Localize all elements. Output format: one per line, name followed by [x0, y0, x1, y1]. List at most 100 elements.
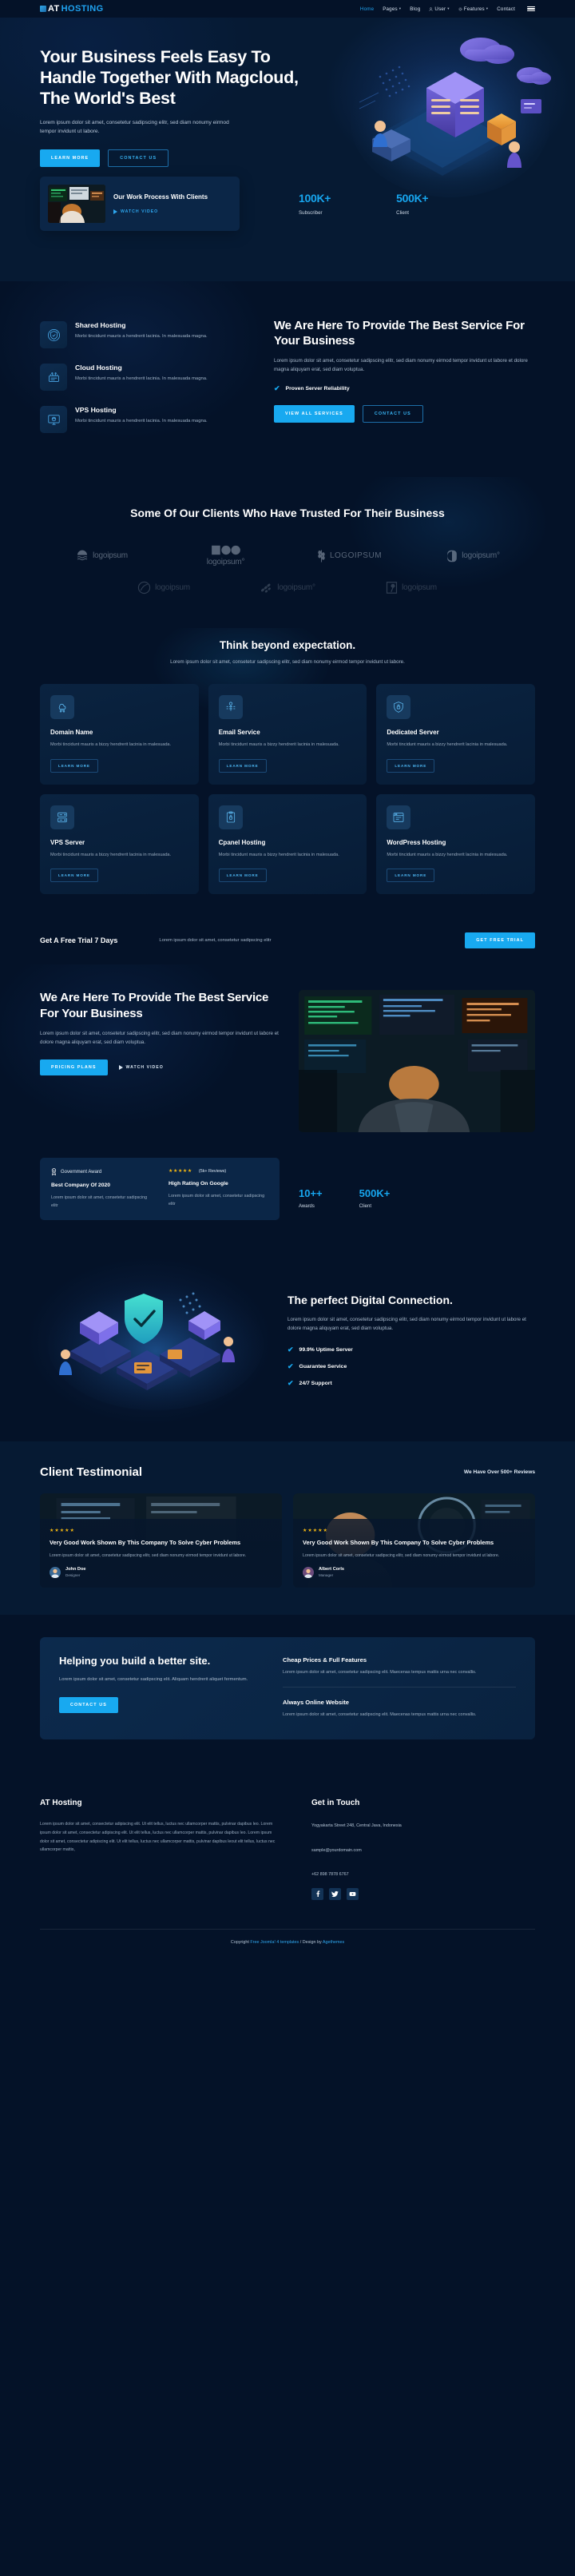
- shapes-mark-icon: [211, 546, 240, 555]
- award-google-rating: ★★★★★ (5k+ Reviews) High Rating On Googl…: [169, 1168, 268, 1209]
- check-icon: ✔: [288, 1345, 294, 1354]
- digital-title: The perfect Digital Connection.: [288, 1293, 453, 1306]
- feature-learn-more-button[interactable]: LEARN MORE: [218, 869, 267, 883]
- feature-learn-more-button[interactable]: LEARN MORE: [50, 869, 98, 883]
- feature-title: Domain Name: [50, 729, 93, 737]
- hero-stats: 100K+ Subscriber 500K+ Client: [299, 192, 429, 216]
- copyright-link-agethemes[interactable]: Agethemes: [323, 1940, 344, 1945]
- learn-more-button[interactable]: LEARN MORE: [40, 149, 101, 167]
- work-process-card[interactable]: Our Work Process With Clients WATCH VIDE…: [40, 176, 240, 231]
- feature-card-dedicated-server[interactable]: Dedicated Server Morbi tincidunt mauris …: [376, 684, 535, 785]
- copyright-mid: / Design by: [299, 1939, 323, 1945]
- feature-learn-more-button[interactable]: LEARN MORE: [218, 758, 267, 773]
- nav-item-pages[interactable]: Pages ▾: [383, 6, 401, 12]
- copyright-link-templates[interactable]: Free Joomla! 4 templates: [250, 1940, 299, 1945]
- footer-brand-column: AT Hosting Lorem ipsum dolor sit amet, c…: [40, 1799, 280, 1899]
- feature-title: Cpanel Hosting: [218, 838, 266, 846]
- wheat-mark-icon: [318, 550, 325, 563]
- monitor-icon: [40, 406, 67, 433]
- feature-learn-more-button[interactable]: LEARN MORE: [387, 758, 435, 773]
- facebook-icon[interactable]: [311, 1887, 323, 1900]
- about-watch-video-link[interactable]: WATCH VIDEO: [118, 1064, 164, 1070]
- client-logo-2: logoipsum°: [164, 540, 288, 572]
- helping-contact-button[interactable]: CONTACT US: [59, 1696, 118, 1713]
- digital-copy: The perfect Digital Connection. Lorem ip…: [288, 1290, 535, 1388]
- services-contact-button[interactable]: CONTACT US: [362, 405, 423, 423]
- play-icon: [113, 209, 117, 214]
- awards-row: Government Award Best Company Of 2020 Lo…: [0, 1155, 575, 1241]
- logo-text-secondary: HOSTING: [61, 4, 104, 14]
- about-title: We Are Here To Provide The Best Service …: [40, 991, 269, 1020]
- helping-card: Helping you build a better site. Lorem i…: [40, 1636, 535, 1740]
- client-logo-label: logoipsum°: [277, 583, 315, 593]
- services-paragraph: Lorem ipsum dolor sit amet, consetetur s…: [274, 358, 528, 373]
- chevron-down-icon: ▾: [399, 6, 402, 10]
- hero-subtitle: Lorem ipsum dolor sit amet, consetetur s…: [40, 119, 229, 135]
- clipboard-lock-icon: [218, 805, 243, 829]
- nav-item-home[interactable]: Home: [360, 6, 374, 12]
- feature-card-email-service[interactable]: Email Service Morbi tincidunt mauris a b…: [208, 684, 367, 785]
- testimonial-author-role: Designer: [65, 1573, 81, 1578]
- about-copy: We Are Here To Provide The Best Service …: [40, 990, 280, 1132]
- feature-card-vps-server[interactable]: VPS Server Morbi tincidunt mauris a bizz…: [40, 793, 199, 895]
- youtube-icon[interactable]: [347, 1887, 359, 1900]
- digital-connection-section: The perfect Digital Connection. Lorem ip…: [0, 1241, 575, 1441]
- client-logo-label: logoipsum°: [206, 558, 245, 567]
- check-label: 99.9% Uptime Server: [299, 1346, 353, 1353]
- helping-features: Cheap Prices & Full Features Lorem ipsum…: [283, 1655, 516, 1719]
- view-all-services-button[interactable]: VIEW ALL SERVICES: [274, 405, 355, 423]
- testimonial-author-name: John Doe: [65, 1567, 86, 1572]
- contact-us-button[interactable]: CONTACT US: [108, 149, 169, 167]
- rating-title: High Rating On Google: [169, 1181, 228, 1187]
- award-government: Government Award Best Company Of 2020 Lo…: [51, 1168, 151, 1209]
- main-nav: Home Pages ▾ Blog User ▾ Features ▾ Contact: [360, 6, 535, 12]
- stat-client: 500K+ Client: [396, 192, 428, 216]
- client-logo-grid: logoipsum logoipsum° LOGOIPSUM logoipsum…: [40, 540, 535, 604]
- check-label: Guarantee Service: [299, 1363, 347, 1369]
- award-medal-icon: [51, 1168, 57, 1176]
- twitter-icon[interactable]: [329, 1887, 341, 1900]
- stat-number: 500K+: [396, 191, 429, 205]
- footer-brand-text: Lorem ipsum dolor sit amet, consectetur …: [40, 1822, 276, 1853]
- testimonial-body: ★★★★★ Very Good Work Shown By This Compa…: [293, 1518, 535, 1588]
- helping-feature-title: Cheap Prices & Full Features: [283, 1656, 367, 1664]
- footer-brand-title: AT Hosting: [40, 1799, 82, 1808]
- footer-email[interactable]: sample@yourdomain.com: [311, 1845, 535, 1856]
- nav-label: User: [434, 6, 446, 12]
- feature-card-domain-name[interactable]: Domain Name Morbi tincidunt mauris a biz…: [40, 684, 199, 785]
- testimonial-card-1: ❝ ★★★★★ Very Good Work Shown By This Com…: [40, 1493, 282, 1588]
- watch-video-link[interactable]: WATCH VIDEO: [113, 209, 208, 214]
- feature-desc: Morbi tincidunt mauris a bizzy hendrerit…: [218, 742, 339, 748]
- hero-illustration: [331, 26, 554, 201]
- testimonial-text: Lorem ipsum dolor sit amet, consetetur s…: [50, 1553, 247, 1559]
- services-list: Shared Hosting Morbi tincidunt mauris a …: [40, 315, 252, 448]
- client-logo-label: logoipsum: [402, 583, 437, 593]
- footer-phone[interactable]: +62 898 7878 6767: [311, 1869, 535, 1880]
- hamburger-icon[interactable]: [527, 6, 535, 12]
- award-badge-row: Government Award: [51, 1168, 151, 1176]
- service-item-cloud-hosting[interactable]: Cloud Hosting Morbi tincidunt mauris a h…: [40, 364, 252, 391]
- nav-item-features[interactable]: Features ▾: [458, 6, 489, 12]
- service-item-shared-hosting[interactable]: Shared Hosting Morbi tincidunt mauris a …: [40, 321, 252, 348]
- avatar: [50, 1566, 61, 1578]
- client-logo-label: logoipsum°: [462, 551, 500, 561]
- nav-item-user[interactable]: User ▾: [429, 6, 450, 12]
- logo-mark-icon: [40, 6, 46, 12]
- service-item-vps-hosting[interactable]: VPS Hosting Morbi tincidunt mauris a hen…: [40, 406, 252, 433]
- feature-card-cpanel-hosting[interactable]: Cpanel Hosting Morbi tincidunt mauris a …: [208, 793, 367, 895]
- about-section: We Are Here To Provide The Best Service …: [0, 964, 575, 1155]
- feature-learn-more-button[interactable]: LEARN MORE: [387, 869, 435, 883]
- get-free-trial-button[interactable]: GET FREE TRIAL: [465, 932, 535, 949]
- digital-check-item: ✔ Guarantee Service: [288, 1362, 535, 1371]
- user-icon: [429, 6, 433, 11]
- feature-card-wordpress-hosting[interactable]: WordPress Hosting Morbi tincidunt mauris…: [376, 793, 535, 895]
- site-logo[interactable]: AT HOSTING: [40, 4, 104, 14]
- awards-card: Government Award Best Company Of 2020 Lo…: [40, 1158, 280, 1220]
- footer-address: Yogyakarta Street 248, Central Java, Ind…: [311, 1823, 402, 1829]
- nav-item-contact[interactable]: Contact: [497, 6, 515, 12]
- client-logo-5: logoipsum: [102, 572, 226, 604]
- pricing-plans-button[interactable]: PRICING PLANS: [40, 1059, 108, 1075]
- nav-item-blog[interactable]: Blog: [410, 6, 420, 12]
- about-paragraph: Lorem ipsum dolor sit amet, consetetur s…: [40, 1030, 279, 1045]
- feature-learn-more-button[interactable]: LEARN MORE: [50, 758, 98, 773]
